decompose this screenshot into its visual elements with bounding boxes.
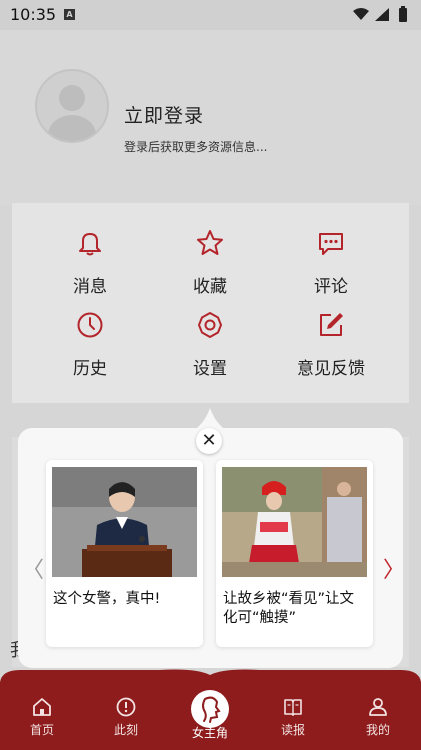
login-subtitle: 登录后获取更多资源信息... — [124, 140, 268, 154]
article-title: 这个女警，真中! — [53, 591, 161, 607]
signal-icon — [375, 8, 389, 21]
close-button[interactable]: ✕ — [196, 428, 222, 454]
avatar[interactable] — [35, 69, 109, 143]
close-icon: ✕ — [201, 430, 217, 451]
menu-label: 评论 — [314, 277, 348, 297]
login-title[interactable]: 立即登录 — [124, 101, 204, 128]
status-time: 10:35 — [10, 5, 57, 24]
menu-label: 设置 — [193, 359, 227, 379]
notification-icon: A — [64, 9, 75, 20]
alert-circle-icon — [116, 697, 136, 717]
article-image-folk-costume — [222, 467, 367, 577]
status-bar: 10:35 A — [0, 0, 421, 30]
edit-icon — [320, 313, 343, 336]
status-icons — [351, 6, 413, 28]
book-icon — [284, 699, 302, 716]
menu-item-comments[interactable]: 评论 — [276, 228, 386, 308]
next-arrow[interactable]: 〉 — [383, 552, 405, 584]
wifi-icon — [353, 8, 369, 20]
tab-moment[interactable]: 此刻 — [96, 696, 156, 738]
profile-silhouette-icon — [202, 696, 221, 723]
tab-heroine[interactable]: 女主角 — [180, 724, 240, 741]
article-card[interactable]: 这个女警，真中! — [46, 460, 203, 647]
clock-icon — [77, 312, 103, 338]
tab-label: 读报 — [280, 723, 305, 737]
gear-icon — [198, 312, 222, 338]
menu-item-history[interactable]: 历史 — [35, 310, 145, 390]
tab-mine[interactable]: 我的 — [348, 696, 408, 738]
menu-label: 历史 — [73, 359, 107, 379]
tab-label: 首页 — [29, 723, 54, 737]
article-image-police — [52, 467, 197, 577]
tab-label: 我的 — [365, 723, 390, 737]
tab-newspaper[interactable]: 读报 — [263, 696, 323, 738]
prev-arrow[interactable]: 〈 — [22, 552, 44, 584]
comment-icon — [319, 233, 343, 255]
home-icon — [33, 698, 51, 716]
menu-label: 意见反馈 — [297, 359, 365, 379]
person-icon — [369, 698, 387, 716]
tab-home[interactable]: 首页 — [12, 696, 72, 738]
battery-icon — [399, 8, 407, 22]
tab-label: 此刻 — [113, 723, 138, 737]
article-card[interactable]: 让故乡被“看见”让文化可“触摸” — [216, 460, 373, 647]
tab-label: 女主角 — [191, 726, 228, 740]
menu-item-messages[interactable]: 消息 — [35, 228, 145, 308]
menu-item-favorites[interactable]: 收藏 — [155, 228, 265, 308]
menu-label: 消息 — [73, 277, 107, 297]
menu-item-settings[interactable]: 设置 — [155, 310, 265, 390]
menu-label: 收藏 — [193, 277, 227, 297]
tab-heroine-badge[interactable] — [191, 690, 229, 728]
article-title: 让故乡被“看见”让文化可“触摸” — [223, 591, 355, 626]
bell-icon — [79, 233, 101, 256]
menu-card: 消息 收藏 评论 历史 设置 意见反馈 — [12, 203, 409, 403]
star-icon — [197, 230, 223, 255]
menu-item-feedback[interactable]: 意见反馈 — [276, 310, 386, 390]
